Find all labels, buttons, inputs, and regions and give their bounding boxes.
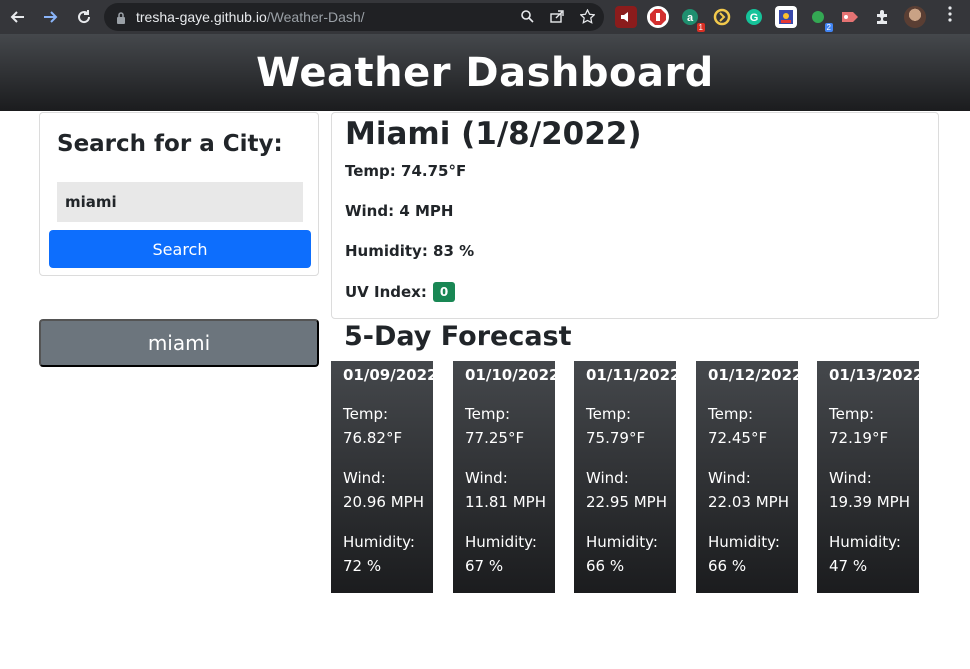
city-search-input[interactable]	[57, 182, 303, 222]
forecast-temp: 77.25°F	[465, 429, 525, 447]
forecast-wind: 20.96 MPH	[343, 493, 424, 511]
kebab-menu-icon[interactable]	[940, 6, 960, 27]
forecast-wind-label: Wind:	[343, 469, 386, 487]
grammar-extension-icon[interactable]: a 1	[679, 6, 705, 32]
forecast-humidity-label: Humidity:	[708, 533, 780, 551]
svg-text:G: G	[750, 12, 759, 24]
url-path: /Weather-Dash/	[266, 9, 365, 25]
forecast-temp: 72.45°F	[708, 429, 768, 447]
extension-badge: 1	[696, 23, 705, 32]
extensions-bar: a 1 G 2	[615, 6, 893, 32]
forecast-temp-label: Temp:	[586, 405, 632, 423]
photo-extension-icon[interactable]	[775, 6, 797, 28]
tag-extension-icon[interactable]	[839, 6, 861, 28]
search-panel: Search for a City: Search	[39, 112, 319, 276]
forecast-wind: 22.03 MPH	[708, 493, 789, 511]
forward-arrow-icon[interactable]	[38, 5, 62, 29]
svg-text:a: a	[687, 12, 694, 24]
lock-icon	[116, 11, 126, 24]
forecast-wind-label: Wind:	[586, 469, 629, 487]
browser-toolbar: tresha-gaye.github.io/Weather-Dash/ a 1	[0, 0, 970, 34]
forecast-humidity-label: Humidity:	[586, 533, 658, 551]
forecast-humidity: 47 %	[829, 557, 868, 575]
forecast-wind: 22.95 MPH	[586, 493, 667, 511]
forecast-wind: 11.81 MPH	[465, 493, 546, 511]
forecast-temp-label: Temp:	[708, 405, 754, 423]
forecast-humidity: 72 %	[343, 557, 382, 575]
forecast-date: 01/13/2022	[829, 366, 919, 384]
forecast-date: 01/09/2022	[343, 366, 433, 384]
forecast-temp: 72.19°F	[829, 429, 889, 447]
forecast-wind-label: Wind:	[465, 469, 508, 487]
current-humidity: Humidity: 83 %	[345, 242, 475, 260]
forecast-card: 01/10/2022 Temp: 77.25°F Wind: 11.81 MPH…	[453, 361, 555, 593]
reload-icon[interactable]	[72, 5, 96, 29]
puzzle-extensions-icon[interactable]	[871, 6, 893, 28]
forecast-card: 01/11/2022 Temp: 75.79°F Wind: 22.95 MPH…	[574, 361, 676, 593]
forecast-wind-label: Wind:	[829, 469, 872, 487]
page-title: Weather Dashboard	[256, 49, 714, 96]
share-icon[interactable]	[548, 7, 566, 25]
forecast-temp: 76.82°F	[343, 429, 403, 447]
forecast-humidity-label: Humidity:	[465, 533, 537, 551]
forecast-date: 01/11/2022	[586, 366, 676, 384]
coin-extension-icon[interactable]	[711, 6, 733, 28]
forecast-temp-label: Temp:	[829, 405, 875, 423]
current-temp: Temp: 74.75°F	[345, 162, 467, 180]
url-text: tresha-gaye.github.io/Weather-Dash/	[136, 9, 365, 25]
history-item-miami[interactable]: miami	[39, 319, 319, 367]
forecast-humidity-label: Humidity:	[343, 533, 415, 551]
address-bar[interactable]: tresha-gaye.github.io/Weather-Dash/	[104, 3, 604, 31]
forecast-humidity: 67 %	[465, 557, 504, 575]
zoom-icon[interactable]	[518, 7, 536, 25]
current-wind: Wind: 4 MPH	[345, 202, 454, 220]
forecast-card: 01/13/2022 Temp: 72.19°F Wind: 19.39 MPH…	[817, 361, 919, 593]
city-date-title: Miami (1/8/2022)	[345, 116, 642, 152]
profile-avatar[interactable]	[904, 6, 926, 28]
forecast-date: 01/10/2022	[465, 366, 555, 384]
current-uv-index: UV Index: 0	[345, 282, 456, 302]
forecast-heading: 5-Day Forecast	[344, 321, 572, 352]
forecast-card: 01/12/2022 Temp: 72.45°F Wind: 22.03 MPH…	[696, 361, 798, 593]
forecast-date: 01/12/2022	[708, 366, 798, 384]
grammarly-extension-icon[interactable]: G	[743, 6, 765, 28]
forecast-humidity: 66 %	[586, 557, 625, 575]
forecast-temp: 75.79°F	[586, 429, 646, 447]
forecast-card: 01/09/2022 Temp: 76.82°F Wind: 20.96 MPH…	[331, 361, 433, 593]
search-heading: Search for a City:	[57, 131, 283, 157]
forecast-temp-label: Temp:	[465, 405, 511, 423]
forecast-wind-label: Wind:	[708, 469, 751, 487]
uv-label: UV Index:	[345, 283, 427, 301]
forecast-humidity: 66 %	[708, 557, 747, 575]
app-header: Weather Dashboard	[0, 34, 970, 111]
uv-badge: 0	[432, 282, 456, 302]
star-bookmark-icon[interactable]	[578, 7, 596, 25]
search-button[interactable]: Search	[49, 230, 311, 268]
extension-badge: 2	[824, 23, 833, 32]
url-host: tresha-gaye.github.io	[136, 9, 267, 25]
forecast-temp-label: Temp:	[343, 405, 389, 423]
speaker-extension-icon[interactable]	[615, 6, 637, 28]
green-dot-extension-icon[interactable]: 2	[807, 6, 833, 32]
back-arrow-icon[interactable]	[6, 5, 30, 29]
forecast-humidity-label: Humidity:	[829, 533, 901, 551]
current-weather-card: Miami (1/8/2022) Temp: 74.75°F Wind: 4 M…	[331, 112, 939, 319]
adblock-extension-icon[interactable]	[647, 6, 669, 28]
forecast-wind: 19.39 MPH	[829, 493, 910, 511]
